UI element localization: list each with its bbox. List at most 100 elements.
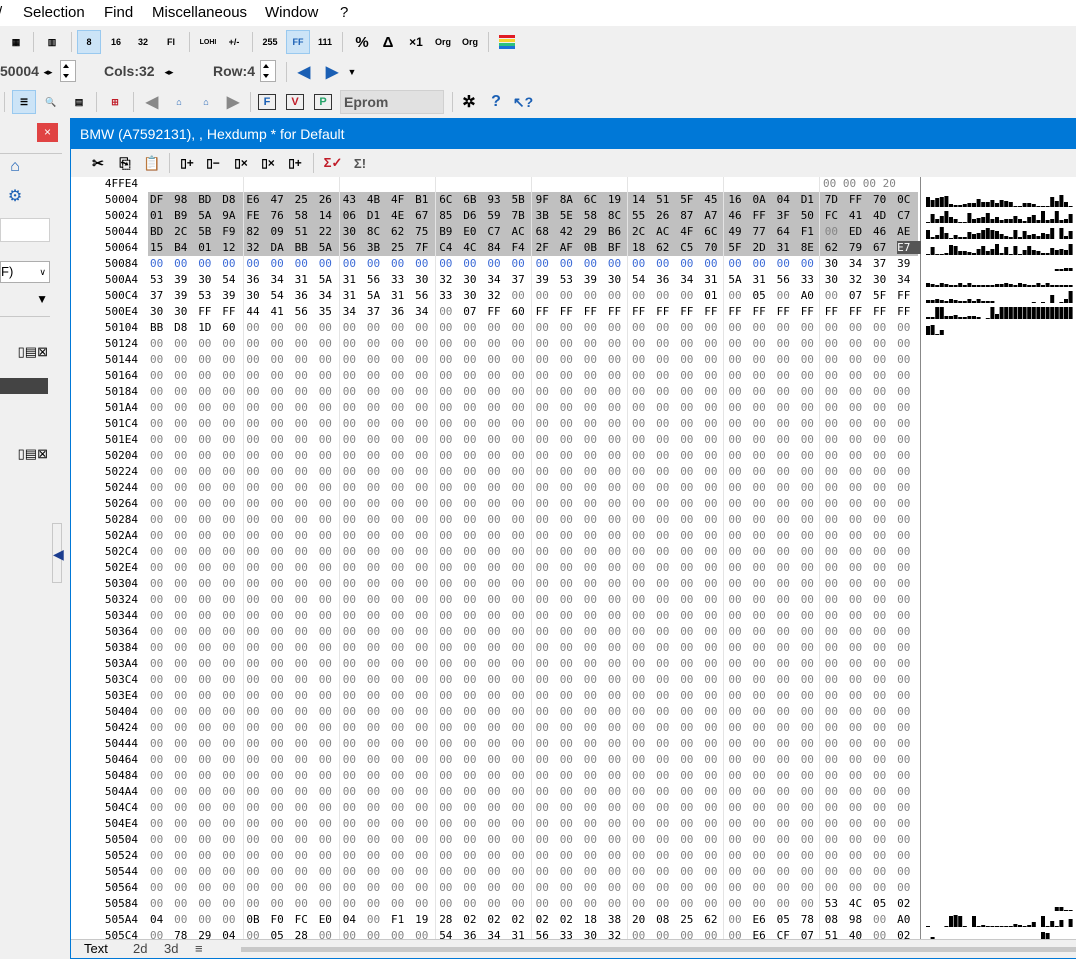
hex-byte[interactable]: C4	[439, 241, 463, 254]
hex-byte[interactable]: 00	[271, 833, 295, 846]
hex-byte[interactable]: 00	[536, 481, 560, 494]
hex-byte[interactable]: 00	[391, 801, 415, 814]
hex-byte[interactable]: 34	[415, 305, 439, 318]
hex-byte[interactable]: 00	[873, 417, 897, 430]
hex-byte[interactable]: 00	[439, 753, 463, 766]
hex-byte[interactable]: 32	[246, 241, 270, 254]
hex-byte[interactable]: 00	[801, 593, 825, 606]
hex-byte[interactable]: 00	[367, 417, 391, 430]
hex-byte[interactable]: 00	[560, 593, 584, 606]
hex-byte[interactable]: 43	[343, 193, 367, 206]
hex-byte[interactable]: 00	[512, 801, 536, 814]
hex-byte[interactable]: 00	[246, 673, 270, 686]
hex-byte[interactable]: 00	[777, 289, 801, 302]
hex-byte[interactable]: 00	[656, 289, 680, 302]
cols-stepper-icon[interactable]: ◂▸	[161, 64, 177, 80]
hex-byte[interactable]: 00	[560, 433, 584, 446]
hex-byte[interactable]: 00	[873, 785, 897, 798]
hex-byte[interactable]: 7B	[512, 209, 536, 222]
hex-byte[interactable]: 00	[753, 401, 777, 414]
hex-byte[interactable]: 00	[391, 593, 415, 606]
hex-byte[interactable]: 00	[463, 689, 487, 702]
hex-byte[interactable]: 00	[801, 833, 825, 846]
hex-byte[interactable]: FF	[536, 305, 560, 318]
hex-byte[interactable]: E6	[246, 193, 270, 206]
hex-byte[interactable]: 00	[198, 657, 222, 670]
hex-byte[interactable]: FF	[632, 305, 656, 318]
hex-byte[interactable]: 00	[367, 625, 391, 638]
hex-byte[interactable]: 00	[704, 785, 728, 798]
hex-byte[interactable]: 00	[150, 385, 174, 398]
hex-byte[interactable]: 00	[512, 417, 536, 430]
hex-byte[interactable]: 00	[680, 785, 704, 798]
hex-byte[interactable]: 30	[825, 273, 849, 286]
hex-byte[interactable]: 00	[150, 369, 174, 382]
hex-byte[interactable]: 00	[680, 385, 704, 398]
prev-arrow-icon[interactable]: ◀	[292, 60, 316, 84]
hex-byte[interactable]: 00	[487, 769, 511, 782]
hex-byte[interactable]: 00	[849, 817, 873, 830]
hex-byte[interactable]: 78	[801, 913, 825, 926]
hex-byte[interactable]: 00	[415, 721, 439, 734]
hex-byte[interactable]: 00	[704, 817, 728, 830]
hex-byte[interactable]: 00	[222, 865, 246, 878]
hex-byte[interactable]: 00	[584, 865, 608, 878]
hex-byte[interactable]: 00	[271, 561, 295, 574]
hex-byte[interactable]: 00	[271, 721, 295, 734]
hex-byte[interactable]: 00	[584, 337, 608, 350]
hex-byte[interactable]: 00	[319, 833, 343, 846]
hex-byte[interactable]: 00	[849, 689, 873, 702]
hex-byte[interactable]: 00	[512, 449, 536, 462]
hex-byte[interactable]: 00	[608, 577, 632, 590]
hex-byte[interactable]: 00	[560, 385, 584, 398]
hex-byte[interactable]: 00	[536, 657, 560, 670]
hex-byte[interactable]: DF	[150, 193, 174, 206]
hex-byte[interactable]: 00	[801, 625, 825, 638]
hex-byte[interactable]: 00	[897, 785, 921, 798]
hex-byte[interactable]: 00	[463, 625, 487, 638]
hex-byte[interactable]: 00	[222, 849, 246, 862]
hex-byte[interactable]: 00	[560, 705, 584, 718]
hex-byte[interactable]: 00	[656, 801, 680, 814]
hex-byte[interactable]: 00	[656, 545, 680, 558]
hex-byte[interactable]: BD	[150, 225, 174, 238]
hex-byte[interactable]: 00	[656, 385, 680, 398]
hex-byte[interactable]: 30	[246, 289, 270, 302]
hex-byte[interactable]: 0C	[897, 193, 921, 206]
hex-byte[interactable]: 00	[873, 801, 897, 814]
hex-byte[interactable]: 00	[198, 705, 222, 718]
hex-byte[interactable]: 00	[222, 369, 246, 382]
hex-byte[interactable]: 39	[897, 257, 921, 270]
hex-byte[interactable]: 00	[536, 609, 560, 622]
hex-byte[interactable]: 00	[174, 465, 198, 478]
window-controls[interactable]: ▯▤⊠	[0, 446, 48, 462]
hex-byte[interactable]: 00	[728, 865, 752, 878]
hex-byte[interactable]: 00	[632, 529, 656, 542]
hex-byte[interactable]: 00	[873, 817, 897, 830]
hex-byte[interactable]: 00	[897, 545, 921, 558]
hex-byte[interactable]: 00	[536, 401, 560, 414]
hex-byte[interactable]: 00	[198, 817, 222, 830]
original-diff-icon[interactable]: Org	[458, 30, 482, 54]
selected-item[interactable]	[0, 378, 48, 394]
hex-byte[interactable]: 00	[536, 673, 560, 686]
hex-byte[interactable]: 00	[849, 737, 873, 750]
hex-byte[interactable]: 00	[656, 353, 680, 366]
hex-byte[interactable]: 00	[439, 625, 463, 638]
hex-byte[interactable]: 00	[174, 545, 198, 558]
hex-byte[interactable]: FF	[801, 305, 825, 318]
hex-byte[interactable]: 00	[343, 609, 367, 622]
hex-byte[interactable]: 00	[584, 289, 608, 302]
hex-byte[interactable]: 00	[174, 401, 198, 414]
hex-byte[interactable]: 00	[873, 673, 897, 686]
hex-byte[interactable]: 00	[343, 769, 367, 782]
hex-byte[interactable]: 00	[608, 481, 632, 494]
hex-byte[interactable]: 00	[656, 817, 680, 830]
hex-byte[interactable]: 00	[680, 641, 704, 654]
hex-byte[interactable]: 00	[271, 353, 295, 366]
hex-byte[interactable]: A7	[704, 209, 728, 222]
hex-byte[interactable]: 00	[487, 497, 511, 510]
hex-byte[interactable]: 79	[849, 241, 873, 254]
hex-byte[interactable]: 4B	[367, 193, 391, 206]
hex-byte[interactable]: 00	[391, 769, 415, 782]
